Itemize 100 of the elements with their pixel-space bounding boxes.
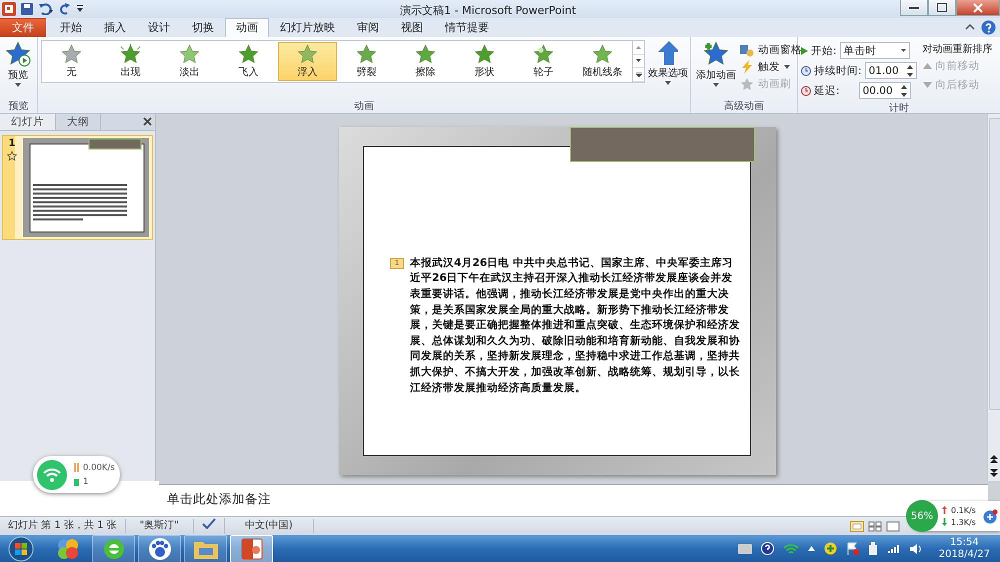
signal-icon[interactable] (886, 544, 900, 554)
preview-button[interactable]: 预览 (3, 38, 33, 89)
play-icon (801, 46, 808, 55)
presentation-app-icon[interactable] (240, 536, 264, 560)
maximize-button[interactable] (928, 0, 956, 16)
theme-status: "奥斯汀" (126, 519, 194, 534)
animation-option[interactable]: 随机线条 (573, 42, 632, 81)
colorful-circles-icon[interactable] (56, 536, 80, 560)
group-label: 预览 (8, 100, 30, 113)
security-shield-icon[interactable] (824, 542, 837, 555)
help-icon[interactable] (981, 20, 996, 35)
normal-view-icon[interactable] (850, 520, 864, 532)
duration-spinner[interactable]: 01.00 (864, 62, 917, 80)
start-dropdown[interactable]: 单击时 (840, 42, 910, 60)
animation-option[interactable]: 出现 (101, 42, 160, 81)
animation-option[interactable]: 无 (42, 42, 102, 81)
caret-icon (15, 82, 21, 87)
vertical-scrollbar[interactable] (987, 114, 1000, 482)
download-speed: 1.3K/s (951, 518, 976, 526)
undo-icon[interactable] (38, 2, 54, 15)
plus-badge-icon[interactable] (983, 508, 998, 524)
device-count: 1 (83, 476, 88, 486)
maximize-icon (937, 3, 947, 12)
close-icon (973, 2, 983, 12)
minimize-icon (909, 6, 919, 10)
clock-icon (801, 66, 812, 76)
ribbon-tab[interactable]: 幻灯片放映 (269, 18, 346, 37)
caret-icon (713, 82, 720, 87)
upload-arrow-icon (942, 506, 947, 514)
clock-icon (801, 86, 812, 96)
wifi-icon[interactable] (782, 542, 799, 554)
animation-option[interactable]: 擦除 (396, 42, 456, 81)
show-hidden-icons[interactable] (808, 546, 815, 551)
browser-icon[interactable] (102, 536, 126, 560)
effect-options-button[interactable]: 效果选项 (646, 38, 690, 87)
animation-option[interactable]: 淡出 (160, 42, 220, 81)
reading-view-icon[interactable] (886, 520, 900, 532)
animation-option[interactable]: 轮子 (514, 42, 574, 81)
animation-option[interactable]: 劈裂 (337, 42, 396, 81)
ribbon-tab[interactable]: 插入 (93, 18, 137, 37)
panel-tab[interactable]: 幻灯片 (0, 114, 56, 130)
animation-option[interactable]: 浮入 (278, 42, 338, 81)
more-caret-icon (636, 72, 642, 78)
language-status: 中文(中国) (224, 519, 314, 534)
add-animation-button[interactable]: 添加动画 (694, 38, 738, 89)
empty-star-icon (61, 44, 82, 65)
ribbon-tab[interactable]: 开始 (49, 18, 93, 37)
keyboard-icon[interactable] (738, 544, 752, 554)
add-star-icon (703, 40, 730, 67)
ribbon-tab[interactable]: 视图 (390, 18, 434, 37)
flag-icon[interactable] (846, 542, 859, 555)
power-icon[interactable] (868, 542, 878, 555)
minimize-ribbon-icon[interactable] (965, 23, 975, 32)
slide-count-status: 幻灯片 第 1 张，共 1 张 (0, 519, 126, 534)
caret-icon (665, 80, 672, 85)
spinner-arrows-icon (900, 84, 907, 98)
animation-option[interactable]: 飞入 (219, 42, 278, 81)
animation-pane-icon (740, 44, 754, 57)
star-icon (297, 44, 318, 65)
star-icon (238, 44, 260, 65)
delay-spinner[interactable]: 00.00 (858, 82, 911, 100)
slide-body-text: 本报武汉4月26日电 中共中央总书记、国家主席、中央军委主席习近平26日下午在武汉主持召开深入推动长江经济带发展座谈会并发表重要讲话。他强调，推动长江经济带发展是党中央作出的重大决策，是关系国家发展全局的重大战略。新形势下推动长江经济带发展，关键是要正确把握整体推进和重点突破、生态环境保护和经济发展、总体谋划和久久为功、破除旧动能和培育新动能、自我发展和协同发展的关系，坚持新发展理念，坚持稳中求进工作总基调，坚持共抓大保护、不搞大开发，加强改革创新、战略统筹、规划引导，以长江经济带发展推动经济高质量发展。 (410, 256, 741, 396)
group-label: 高级动画 (723, 100, 766, 113)
volume-icon[interactable] (908, 542, 922, 554)
transfer-arrows-icon (73, 463, 80, 472)
slide-thumbnail-card[interactable]: 1 (2, 134, 153, 240)
page-arrows-icon[interactable] (990, 455, 998, 478)
slide-number: 1 (8, 138, 16, 149)
close-button[interactable] (956, 0, 1000, 16)
delay-label: 延迟: (814, 84, 840, 98)
ribbon-tab[interactable]: 切换 (181, 18, 225, 37)
star-icon (415, 44, 436, 65)
panel-tab[interactable]: 大纲 (56, 114, 101, 130)
ribbon-tab[interactable]: 审阅 (346, 18, 390, 37)
group-label: 动画 (353, 100, 376, 113)
redo-icon[interactable] (59, 2, 71, 15)
sorter-view-icon[interactable] (868, 520, 882, 532)
start-button[interactable] (6, 536, 36, 562)
group-label: 计时 (888, 102, 910, 115)
file-tab[interactable]: 文件 (0, 18, 46, 37)
arrow-up-icon (658, 40, 678, 65)
star-outline-icon (7, 150, 17, 161)
help-icon[interactable] (760, 542, 774, 555)
caret-icon (784, 65, 790, 70)
reorder-label: 对动画重新排序 (922, 42, 993, 56)
save-icon[interactable] (21, 2, 33, 15)
ribbon-tab[interactable]: 设计 (137, 18, 181, 37)
ribbon-tab[interactable]: 动画 (225, 18, 269, 37)
animation-option[interactable]: 形状 (455, 42, 514, 81)
paw-icon[interactable] (148, 536, 172, 560)
spellcheck-icon[interactable] (202, 518, 216, 530)
star-icon (474, 44, 496, 65)
customize-caret-icon[interactable] (76, 4, 84, 14)
trigger-dropdown[interactable]: 触发 (740, 58, 802, 76)
ribbon-tab[interactable]: 情节提要 (434, 18, 500, 37)
minimize-button[interactable] (900, 0, 928, 16)
app-logo-icon[interactable] (2, 2, 16, 16)
clock-time: 15:54 (950, 536, 979, 548)
ribbon-button[interactable]: 动画窗格 (740, 42, 802, 59)
star-icon (356, 44, 378, 65)
